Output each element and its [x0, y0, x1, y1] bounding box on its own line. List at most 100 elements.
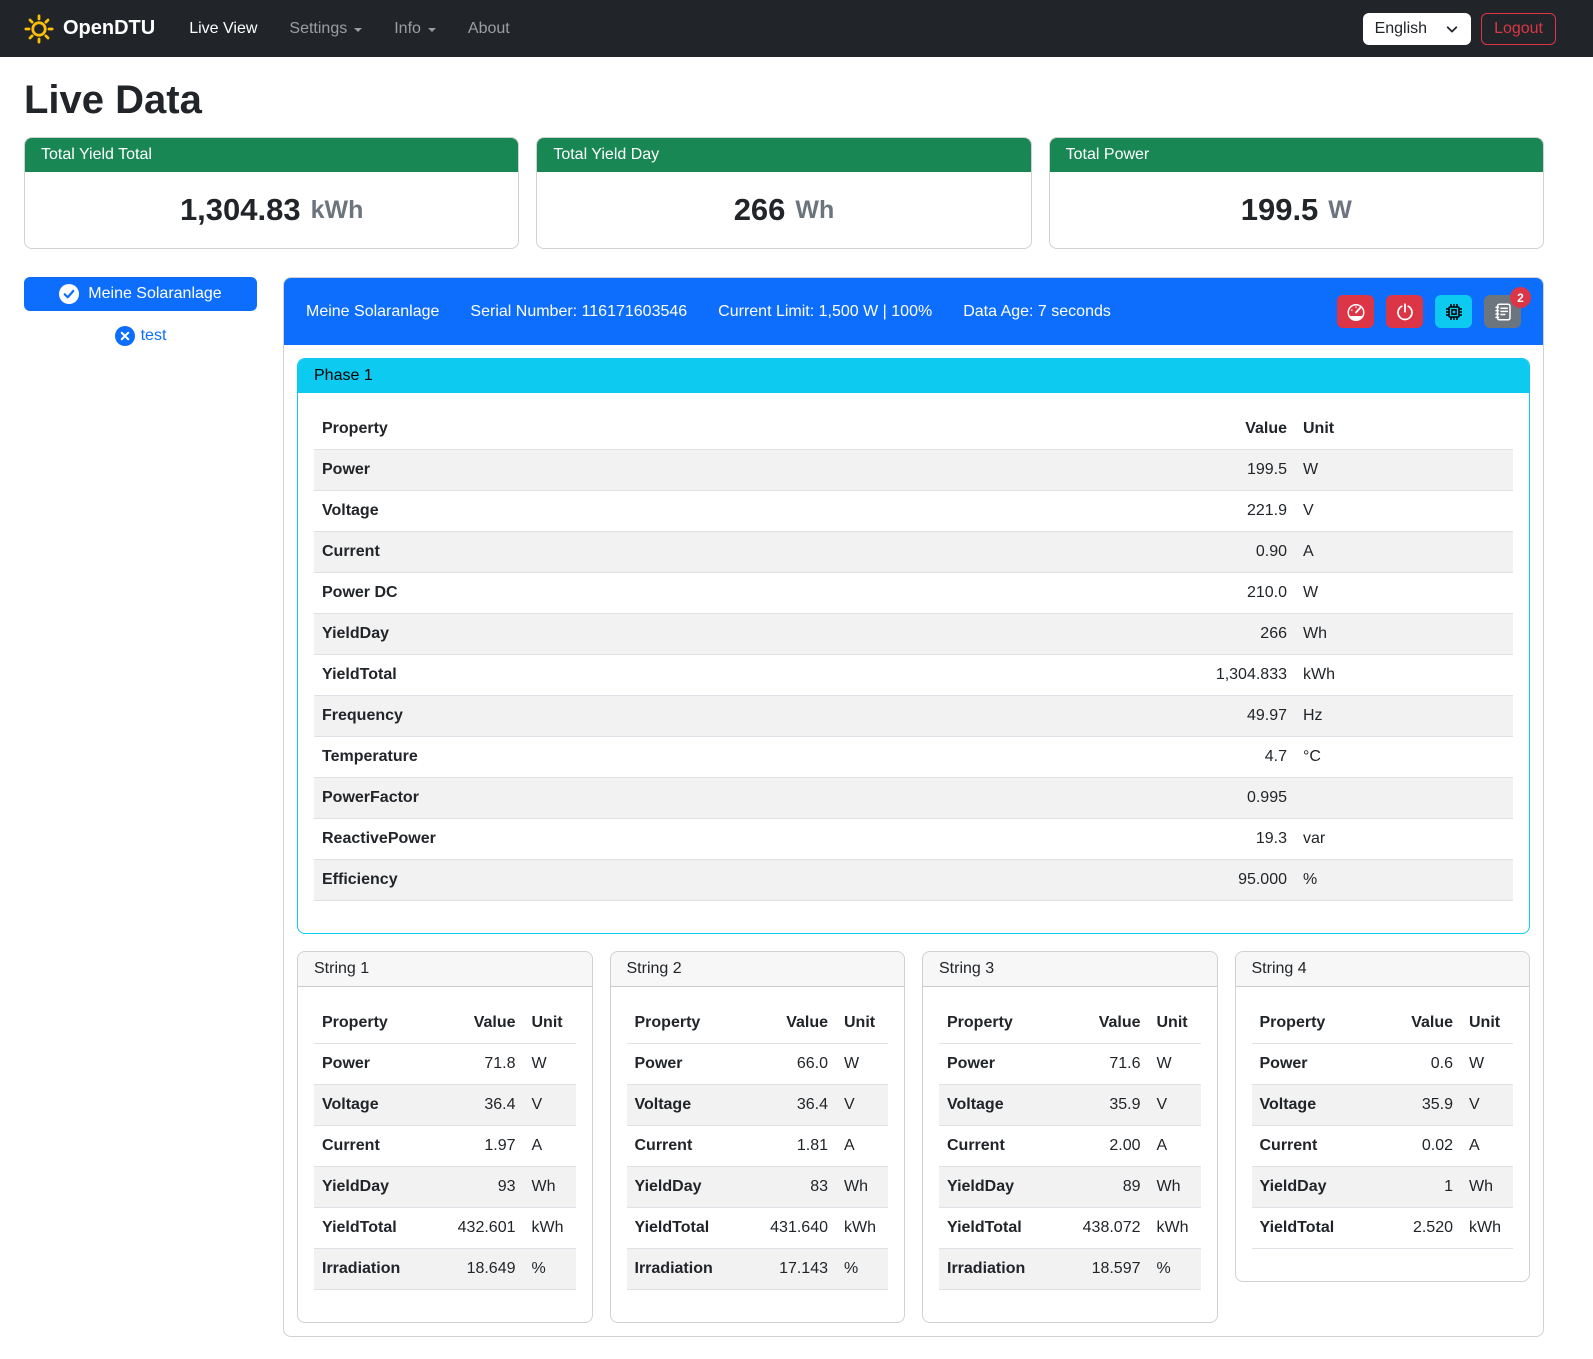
string-title: String 4 — [1236, 952, 1530, 987]
unit-cell — [1295, 778, 1513, 819]
value-cell: 432.601 — [429, 1208, 524, 1249]
journal-text-icon — [1493, 302, 1513, 322]
summary-card-value: 266 — [734, 192, 786, 228]
language-select[interactable]: English — [1363, 13, 1471, 45]
property-cell: Frequency — [314, 696, 1155, 737]
nav-item-info[interactable]: Info — [378, 12, 452, 46]
nav-links: Live View Settings Info About — [173, 12, 526, 46]
unit-cell: kWh — [1295, 655, 1513, 696]
column-header-unit: Unit — [836, 1003, 888, 1044]
unit-cell: % — [1149, 1249, 1201, 1290]
navbar-right: English Logout — [1363, 13, 1556, 45]
logout-button[interactable]: Logout — [1481, 13, 1556, 45]
value-cell: 19.3 — [1155, 819, 1295, 860]
value-cell: 221.9 — [1155, 491, 1295, 532]
column-header-property: Property — [939, 1003, 1054, 1044]
current-limit: Current Limit: 1,500 W | 100% — [718, 303, 932, 321]
column-header-property: Property — [627, 1003, 742, 1044]
string-title: String 3 — [923, 952, 1217, 987]
table-row: YieldTotal 438.072 kWh — [939, 1208, 1201, 1249]
property-cell: Efficiency — [314, 860, 1155, 901]
column-header-unit: Unit — [1461, 1003, 1513, 1044]
value-cell: 71.8 — [429, 1044, 524, 1085]
table-row: YieldTotal 2.520 kWh — [1252, 1208, 1514, 1249]
page-title: Live Data — [24, 78, 1544, 123]
property-cell: YieldTotal — [939, 1208, 1054, 1249]
unit-cell: °C — [1295, 737, 1513, 778]
inverter-actions: 2 — [1337, 295, 1521, 328]
property-cell: Current — [314, 532, 1155, 573]
nav-item-settings[interactable]: Settings — [273, 12, 378, 46]
string-title: String 1 — [298, 952, 592, 987]
table-row: Power 66.0 W — [627, 1044, 889, 1085]
property-cell: YieldTotal — [1252, 1208, 1367, 1249]
summary-card-value: 199.5 — [1241, 192, 1319, 228]
value-cell: 35.9 — [1366, 1085, 1461, 1126]
sidebar-item-meine-solaranlage[interactable]: Meine Solaranlage — [24, 277, 257, 311]
unit-cell: Wh — [836, 1167, 888, 1208]
column-header-property: Property — [1252, 1003, 1367, 1044]
nav-item-live-view[interactable]: Live View — [173, 12, 273, 46]
table-row: YieldTotal 431.640 kWh — [627, 1208, 889, 1249]
unit-cell: A — [1149, 1126, 1201, 1167]
unit-cell: W — [1295, 450, 1513, 491]
column-header-unit: Unit — [1295, 409, 1513, 450]
unit-cell: var — [1295, 819, 1513, 860]
value-cell: 18.597 — [1054, 1249, 1149, 1290]
summary-card-unit: Wh — [795, 196, 834, 225]
summary-card-total-yield-day: Total Yield Day 266 Wh — [536, 137, 1031, 249]
unit-cell: A — [1295, 532, 1513, 573]
unit-cell: Wh — [1461, 1167, 1513, 1208]
table-row: Voltage 36.4 V — [627, 1085, 889, 1126]
value-cell: 438.072 — [1054, 1208, 1149, 1249]
string-title: String 2 — [611, 952, 905, 987]
device-info-button[interactable] — [1435, 295, 1472, 328]
property-cell: Current — [939, 1126, 1054, 1167]
value-cell: 1 — [1366, 1167, 1461, 1208]
speedometer-icon — [1346, 302, 1366, 322]
sidebar-item-test[interactable]: test — [24, 326, 257, 346]
table-header-row: Property Value Unit — [627, 1003, 889, 1044]
value-cell: 4.7 — [1155, 737, 1295, 778]
property-cell: PowerFactor — [314, 778, 1155, 819]
events-count-badge: 2 — [1510, 287, 1531, 308]
phase-table: Property Value Unit Power — [314, 409, 1513, 901]
unit-cell: W — [1461, 1044, 1513, 1085]
summary-card-title: Total Power — [1050, 138, 1543, 172]
property-cell: Voltage — [1252, 1085, 1367, 1126]
string-table: Property Value Unit Power — [314, 1003, 576, 1290]
value-cell: 1.97 — [429, 1126, 524, 1167]
property-cell: Irradiation — [627, 1249, 742, 1290]
value-cell: 1.81 — [741, 1126, 836, 1167]
column-header-value: Value — [741, 1003, 836, 1044]
property-cell: YieldTotal — [314, 1208, 429, 1249]
limit-settings-button[interactable] — [1337, 295, 1374, 328]
table-row: Power 199.5 W — [314, 450, 1513, 491]
table-row: ReactivePower 19.3 var — [314, 819, 1513, 860]
sidebar-item-label: test — [141, 327, 167, 345]
unit-cell: % — [524, 1249, 576, 1290]
power-settings-button[interactable] — [1386, 295, 1423, 328]
power-icon — [1395, 302, 1415, 322]
brand[interactable]: OpenDTU — [24, 14, 155, 44]
caret-down-icon — [428, 28, 436, 32]
table-row: Irradiation 18.597 % — [939, 1249, 1201, 1290]
property-cell: Power — [627, 1044, 742, 1085]
value-cell: 431.640 — [741, 1208, 836, 1249]
nav-item-about[interactable]: About — [452, 12, 526, 46]
value-cell: 36.4 — [741, 1085, 836, 1126]
table-row: Voltage 35.9 V — [939, 1085, 1201, 1126]
value-cell: 36.4 — [429, 1085, 524, 1126]
table-header-row: Property Value Unit — [1252, 1003, 1514, 1044]
column-header-value: Value — [1366, 1003, 1461, 1044]
value-cell: 83 — [741, 1167, 836, 1208]
phase-panel: Phase 1 Property Value Unit — [297, 358, 1530, 934]
event-log-button[interactable]: 2 — [1484, 295, 1521, 328]
table-row: YieldDay 89 Wh — [939, 1167, 1201, 1208]
value-cell: 199.5 — [1155, 450, 1295, 491]
language-value: English — [1375, 20, 1427, 38]
value-cell: 2.00 — [1054, 1126, 1149, 1167]
unit-cell: Wh — [524, 1167, 576, 1208]
property-cell: Power — [314, 1044, 429, 1085]
table-row: Current 1.81 A — [627, 1126, 889, 1167]
